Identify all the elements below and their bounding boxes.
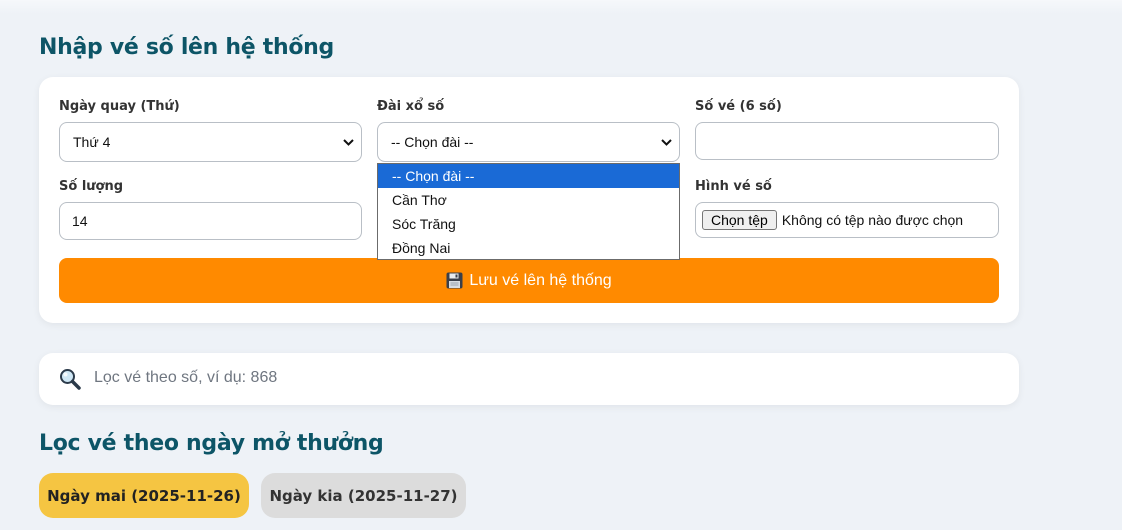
station-option[interactable]: -- Chọn đài -- — [378, 164, 679, 188]
floppy-disk-icon — [446, 272, 463, 289]
station-option[interactable]: Sóc Trăng — [378, 212, 679, 236]
chevron-down-icon — [659, 123, 673, 161]
date-filter-title: Lọc vé theo ngày mở thưởng — [39, 431, 384, 456]
draw-day-select[interactable]: Thứ 4 — [59, 122, 362, 162]
ticket-image-file-input: Chọn tệp Không có tệp nào được chọn — [695, 202, 999, 238]
save-ticket-button[interactable]: Lưu vé lên hệ thống — [59, 258, 999, 303]
ticket-image-label: Hình vé số — [695, 179, 772, 194]
top-shade — [0, 0, 1122, 14]
station-select[interactable]: -- Chọn đài -- — [377, 122, 680, 162]
filter-tomorrow-button[interactable]: Ngày mai (2025-11-26) — [39, 473, 249, 518]
page-title: Nhập vé số lên hệ thống — [39, 35, 334, 60]
file-status-text: Không có tệp nào được chọn — [781, 212, 964, 228]
station-value: -- Chọn đài -- — [391, 134, 474, 150]
station-option[interactable]: Đồng Nai — [378, 236, 679, 260]
choose-file-button[interactable]: Chọn tệp — [702, 210, 777, 230]
ticket-search-bar[interactable]: Lọc vé theo số, ví dụ: 868 — [39, 353, 1019, 405]
chevron-down-icon — [341, 123, 355, 161]
save-button-label: Lưu vé lên hệ thống — [469, 271, 612, 289]
magnifier-icon — [59, 368, 81, 394]
search-placeholder: Lọc vé theo số, ví dụ: 868 — [94, 369, 278, 386]
filter-day-after-button[interactable]: Ngày kia (2025-11-27) — [261, 473, 466, 518]
draw-day-label: Ngày quay (Thứ) — [59, 99, 180, 114]
ticket-number-label: Số vé (6 số) — [695, 99, 782, 114]
quantity-label: Số lượng — [59, 179, 124, 194]
station-label: Đài xổ số — [377, 99, 445, 114]
station-dropdown-list: -- Chọn đài -- Cần Thơ Sóc Trăng Đồng Na… — [377, 163, 680, 260]
ticket-number-input[interactable] — [695, 122, 999, 160]
quantity-input[interactable]: 14 — [59, 202, 362, 240]
station-option[interactable]: Cần Thơ — [378, 188, 679, 212]
draw-day-value: Thứ 4 — [73, 134, 111, 150]
